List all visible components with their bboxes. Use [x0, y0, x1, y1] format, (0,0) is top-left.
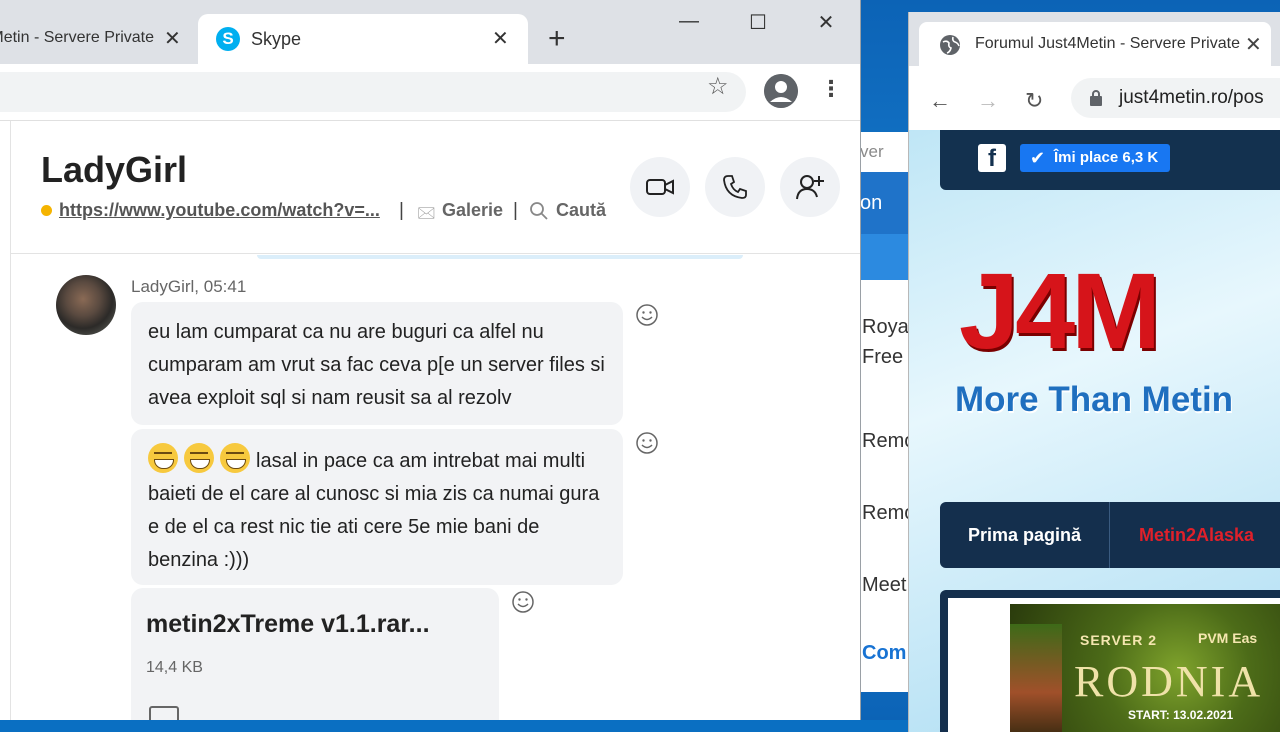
reaction-smiley-icon[interactable]: [511, 590, 535, 614]
banner-server-name: RODNIA: [1074, 657, 1264, 706]
forum-logo[interactable]: J4M: [959, 248, 1161, 373]
avatar[interactable]: [56, 275, 116, 335]
reload-icon[interactable]: ↻: [1025, 88, 1043, 114]
previous-message-edge: [257, 255, 743, 259]
banner-character: [1010, 624, 1062, 732]
audio-call-button[interactable]: [705, 157, 765, 217]
message-bubble[interactable]: lasal in pace ca am intrebat mai multi b…: [131, 429, 623, 585]
banner-pvm-label: PVM Eas: [1198, 630, 1258, 646]
forum-tab-close-icon[interactable]: ✕: [1245, 32, 1262, 57]
sidebar-edge: [0, 121, 11, 720]
forum-url: just4metin.ro/pos: [1119, 87, 1264, 108]
skype-app: LadyGirl https://www.youtube.com/watch?v…: [0, 120, 860, 720]
file-size: 14,4 KB: [146, 659, 203, 676]
laughing-emoji-icon: [148, 443, 178, 473]
bookmark-star-icon[interactable]: ☆: [707, 72, 729, 101]
back-window-item[interactable]: Free: [862, 342, 903, 372]
forum-toolbar: ← → ↻ just4metin.ro/pos: [909, 66, 1280, 130]
add-people-button[interactable]: [780, 157, 840, 217]
banner-server-label: SERVER 2: [1080, 632, 1157, 648]
laughing-emoji-icon: [220, 443, 250, 473]
message-list: LadyGirl, 05:41 eu lam cumparat ca nu ar…: [11, 255, 860, 720]
tab-skype[interactable]: S Skype ✕: [198, 14, 528, 66]
kebab-menu-icon[interactable]: ⋮: [820, 78, 842, 100]
forum-address-bar[interactable]: just4metin.ro/pos: [1071, 78, 1280, 118]
phone-icon: [723, 175, 747, 199]
forum-tab-title: Forumul Just4Metin - Servere Private: [975, 35, 1240, 52]
maximize-button[interactable]: ☐: [743, 10, 773, 40]
facebook-bar: f ✔ Îmi place 6,3 K: [940, 130, 1280, 190]
file-message[interactable]: metin2xTreme v1.1.rar... 14,4 KB: [131, 588, 499, 720]
contact-name[interactable]: LadyGirl: [41, 149, 187, 191]
browser-toolbar: ☆ ⋮: [0, 64, 860, 120]
new-tab-button[interactable]: +: [548, 24, 566, 54]
forum-browser-window: Forumul Just4Metin - Servere Private ✕ ←…: [908, 12, 1280, 732]
minimize-button[interactable]: —: [674, 10, 704, 40]
back-window-com-label[interactable]: Com: [862, 642, 906, 665]
forum-tab[interactable]: Forumul Just4Metin - Servere Private ✕: [919, 22, 1271, 66]
header-separator: |: [399, 200, 404, 221]
facebook-like-label: Îmi place 6,3 K: [1054, 149, 1159, 166]
back-window-item[interactable]: Roya: [862, 312, 909, 342]
file-icon: [149, 706, 179, 720]
forward-arrow-icon[interactable]: →: [977, 88, 999, 114]
reaction-smiley-icon[interactable]: [635, 431, 659, 455]
header-separator: |: [513, 200, 518, 221]
chat-header: LadyGirl https://www.youtube.com/watch?v…: [11, 121, 860, 254]
nav-metin2alaska-link[interactable]: Metin2Alaska: [1112, 502, 1280, 568]
message-bubble[interactable]: eu lam cumparat ca nu are buguri ca alfe…: [131, 302, 623, 425]
forum-nav-bar: Prima pagină Metin2Alaska: [940, 502, 1280, 568]
search-button[interactable]: Caută: [556, 200, 606, 221]
address-bar[interactable]: [0, 72, 746, 112]
gallery-icon[interactable]: 🖂: [417, 202, 436, 229]
reaction-smiley-icon[interactable]: [635, 303, 659, 327]
add-person-icon: [796, 175, 824, 200]
message-sender-time: LadyGirl, 05:41: [131, 277, 247, 296]
tab-skype-title: Skype: [251, 29, 302, 49]
tab-just4metin[interactable]: Just4Metin - Servere Private ✕: [0, 14, 196, 64]
profile-icon[interactable]: [764, 74, 798, 108]
back-arrow-icon[interactable]: ←: [929, 88, 951, 114]
file-name[interactable]: metin2xTreme v1.1.rar...: [146, 608, 430, 641]
back-window-item[interactable]: Meet: [862, 570, 906, 600]
lock-icon: [1090, 90, 1102, 106]
video-call-button[interactable]: [630, 157, 690, 217]
close-window-button[interactable]: ✕: [811, 10, 841, 40]
forum-page: f ✔ Îmi place 6,3 K J4M More Than Metin …: [909, 130, 1280, 732]
skype-icon: S: [216, 27, 240, 51]
search-icon[interactable]: [530, 202, 548, 222]
server-banner-image[interactable]: SERVER 2 PVM Eas RODNIA START: 13.02.202…: [1010, 604, 1280, 732]
tab-just4metin-close-icon[interactable]: ✕: [164, 26, 181, 51]
facebook-like-button[interactable]: ✔ Îmi place 6,3 K: [1020, 144, 1171, 172]
shared-link[interactable]: https://www.youtube.com/watch?v=...: [59, 200, 380, 221]
forum-logo-subtitle: More Than Metin: [955, 380, 1234, 419]
message-text: eu lam cumparat ca nu are buguri ca alfe…: [148, 321, 605, 409]
tab-just4metin-title: Just4Metin - Servere Private: [0, 29, 154, 46]
video-camera-icon: [646, 179, 674, 195]
nav-home-link[interactable]: Prima pagină: [940, 502, 1110, 568]
globe-icon: [940, 35, 960, 55]
skype-browser-window: Just4Metin - Servere Private ✕ S Skype ✕…: [0, 0, 861, 720]
facebook-icon[interactable]: f: [978, 144, 1006, 172]
message-text: lasal in pace ca am intrebat mai multi b…: [148, 450, 600, 571]
tab-skype-close-icon[interactable]: ✕: [492, 26, 509, 51]
laughing-emoji-icon: [184, 443, 214, 473]
link-status-dot: [41, 205, 52, 216]
gallery-button[interactable]: Galerie: [442, 200, 503, 221]
server-banner-frame: SERVER 2 PVM Eas RODNIA START: 13.02.202…: [948, 598, 1280, 732]
check-icon: ✔: [1030, 148, 1046, 168]
server-banner-box: SERVER 2 PVM Eas RODNIA START: 13.02.202…: [940, 590, 1280, 732]
